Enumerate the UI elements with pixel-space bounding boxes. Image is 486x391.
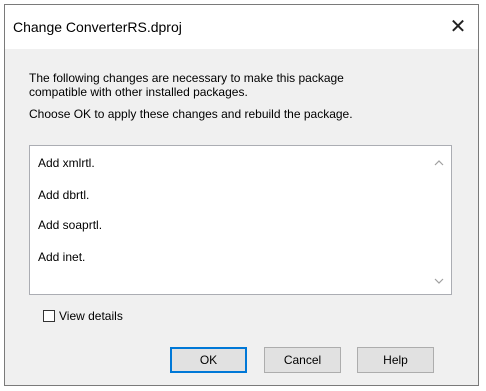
help-button[interactable]: Help	[357, 347, 434, 373]
message-line-3: Choose OK to apply these changes and reb…	[29, 107, 353, 121]
view-details-label[interactable]: View details	[59, 309, 123, 323]
view-details-checkbox[interactable]	[43, 310, 55, 322]
message-line-2: compatible with other installed packages…	[29, 85, 248, 99]
chevron-up-icon[interactable]	[433, 158, 445, 168]
dialog-title: Change ConverterRS.dproj	[13, 19, 182, 35]
close-icon: ✕	[449, 16, 467, 38]
list-item[interactable]: Add inet.	[38, 250, 85, 264]
ok-button[interactable]: OK	[170, 347, 247, 373]
chevron-down-icon[interactable]	[433, 276, 445, 286]
close-button[interactable]: ✕	[444, 13, 472, 41]
changes-list[interactable]: Add xmlrtl. Add dbrtl. Add soaprtl. Add …	[29, 145, 452, 295]
list-item[interactable]: Add dbrtl.	[38, 188, 89, 202]
view-details-row[interactable]: View details	[43, 309, 123, 323]
message-line-1: The following changes are necessary to m…	[29, 71, 344, 85]
cancel-button[interactable]: Cancel	[264, 347, 341, 373]
dialog-window: Change ConverterRS.dproj ✕ The following…	[4, 4, 479, 386]
dialog-body: The following changes are necessary to m…	[5, 49, 478, 385]
list-item[interactable]: Add xmlrtl.	[38, 156, 95, 170]
title-bar: Change ConverterRS.dproj ✕	[5, 5, 478, 49]
list-item[interactable]: Add soaprtl.	[38, 218, 102, 232]
